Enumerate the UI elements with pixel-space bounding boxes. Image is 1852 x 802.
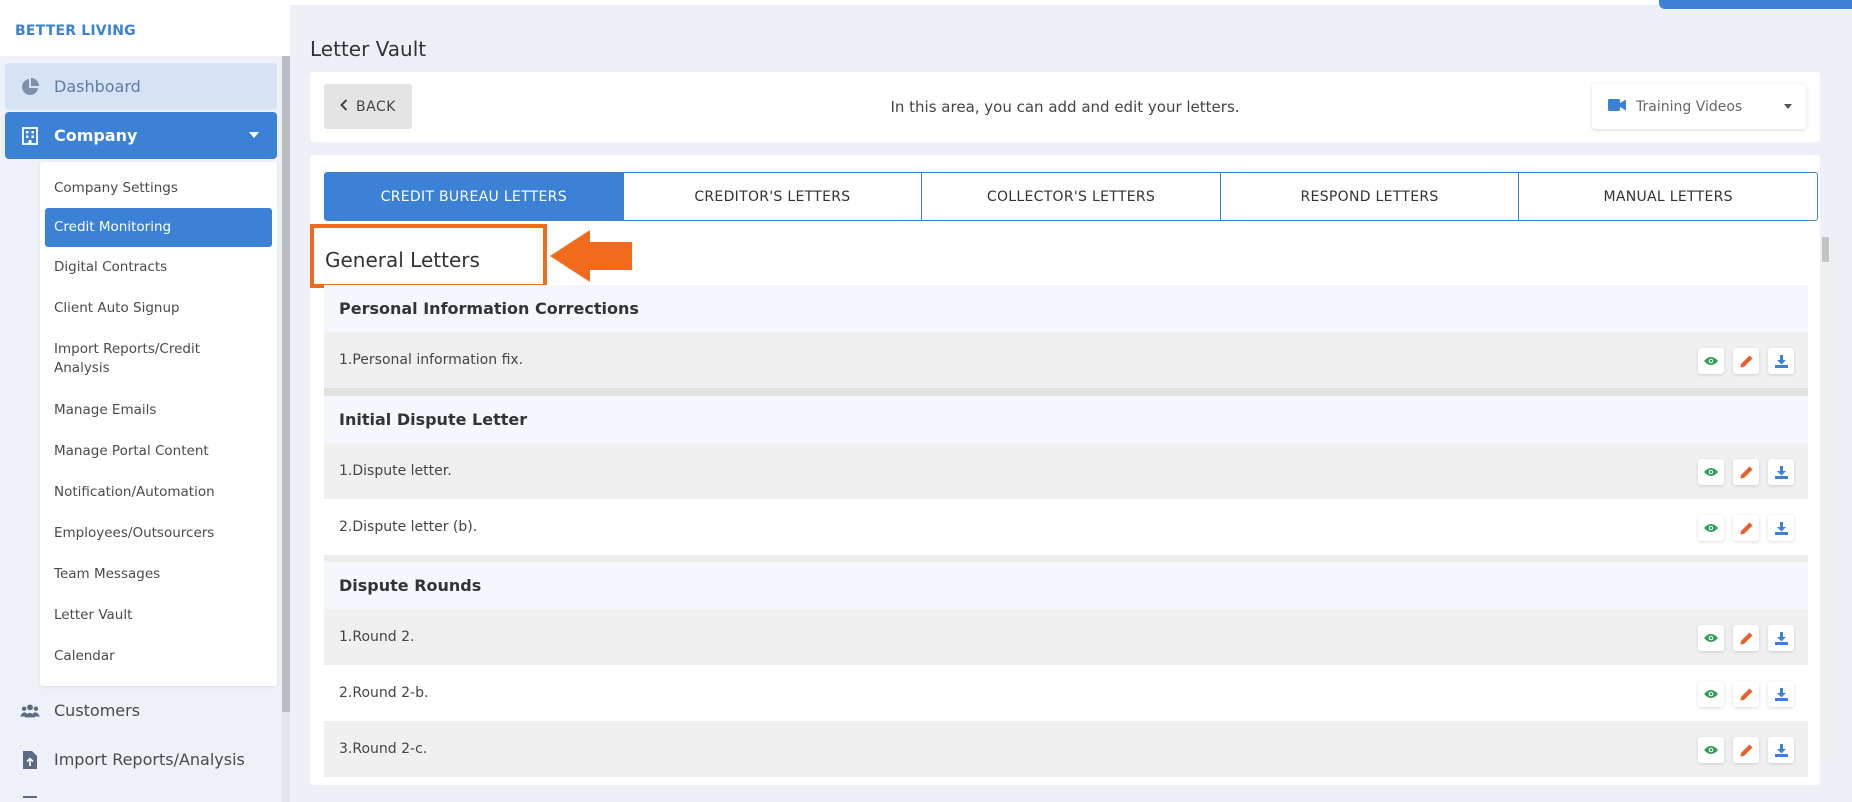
submenu-item-company-settings[interactable]: Company Settings bbox=[45, 172, 272, 204]
letters-scrollbar-thumb[interactable] bbox=[1822, 237, 1829, 262]
sidebar-item-customers[interactable]: Customers bbox=[5, 687, 277, 734]
tab-credit-bureau-letters[interactable]: CREDIT BUREAU LETTERS bbox=[325, 173, 624, 220]
pie-chart-icon bbox=[20, 77, 40, 97]
tab-respond-letters[interactable]: RESPOND LETTERS bbox=[1221, 173, 1520, 220]
submenu-item-manage-portal-content[interactable]: Manage Portal Content bbox=[45, 435, 272, 467]
submenu-item-employees-outsourcers[interactable]: Employees/Outsourcers bbox=[45, 517, 272, 549]
submenu-item-client-auto-signup[interactable]: Client Auto Signup bbox=[45, 292, 272, 324]
training-videos-label: Training Videos bbox=[1636, 98, 1743, 115]
sidebar-item-label: Company bbox=[54, 126, 138, 145]
sidebar: BETTER LIVING Dashboard Company Company … bbox=[0, 0, 290, 802]
letters-scrollbar[interactable] bbox=[1822, 237, 1829, 760]
pencil-icon[interactable] bbox=[1733, 515, 1759, 541]
submenu-item-letter-vault[interactable]: Letter Vault bbox=[45, 599, 272, 631]
letter-name: 2.Round 2-b. bbox=[339, 685, 429, 701]
partial-icon bbox=[20, 785, 40, 802]
group-header: Personal Information Corrections bbox=[324, 285, 1808, 332]
submenu-item-import-reports[interactable]: Import Reports/Credit Analysis bbox=[45, 338, 225, 380]
eye-icon[interactable] bbox=[1698, 681, 1724, 707]
sidebar-item-label: Import Reports/Analysis bbox=[54, 750, 245, 769]
sidebar-item-company[interactable]: Company bbox=[5, 112, 277, 159]
letter-row: 1.Dispute letter. bbox=[324, 443, 1808, 499]
download-icon[interactable] bbox=[1768, 459, 1794, 485]
highlight-box bbox=[310, 224, 547, 288]
download-icon[interactable] bbox=[1768, 625, 1794, 651]
arrow-left-icon bbox=[550, 228, 632, 288]
submenu-item-manage-emails[interactable]: Manage Emails bbox=[45, 394, 272, 426]
building-icon bbox=[20, 126, 40, 146]
file-import-icon bbox=[20, 750, 40, 770]
pencil-icon[interactable] bbox=[1733, 625, 1759, 651]
users-icon bbox=[20, 701, 40, 721]
chevron-down-icon bbox=[1784, 104, 1792, 109]
sidebar-item-label: Dashboard bbox=[54, 77, 141, 96]
company-submenu: Company Settings Credit Monitoring Digit… bbox=[40, 162, 277, 686]
eye-icon[interactable] bbox=[1698, 625, 1724, 651]
letter-name: 2.Dispute letter (b). bbox=[339, 519, 478, 535]
tab-collectors-letters[interactable]: COLLECTOR'S LETTERS bbox=[922, 173, 1221, 220]
submenu-item-notification-automation[interactable]: Notification/Automation bbox=[45, 476, 272, 508]
training-videos-dropdown[interactable]: Training Videos bbox=[1592, 84, 1806, 129]
header-card: BACK In this area, you can add and edit … bbox=[310, 72, 1820, 142]
letter-row: 2.Round 2-b. bbox=[324, 665, 1808, 721]
letter-row: 1.Personal information fix. bbox=[324, 332, 1808, 388]
group-header: Dispute Rounds bbox=[324, 562, 1808, 609]
eye-icon[interactable] bbox=[1698, 348, 1724, 374]
letter-name: 3.Round 2-c. bbox=[339, 741, 428, 757]
download-icon[interactable] bbox=[1768, 681, 1794, 707]
sidebar-item-dashboard[interactable]: Dashboard bbox=[5, 63, 277, 110]
chevron-down-icon bbox=[249, 132, 259, 138]
letters-card: CREDIT BUREAU LETTERS CREDITOR'S LETTERS… bbox=[310, 155, 1829, 785]
letter-name: 1.Dispute letter. bbox=[339, 463, 452, 479]
submenu-item-credit-monitoring[interactable]: Credit Monitoring bbox=[45, 208, 272, 247]
pencil-icon[interactable] bbox=[1733, 348, 1759, 374]
brand-logo[interactable]: BETTER LIVING bbox=[0, 0, 290, 56]
video-camera-icon bbox=[1608, 98, 1626, 115]
submenu-item-digital-contracts[interactable]: Digital Contracts bbox=[45, 251, 272, 283]
letter-row: 2.Dispute letter (b). bbox=[324, 499, 1808, 555]
sidebar-item-partial[interactable] bbox=[5, 785, 277, 802]
sidebar-item-import-reports[interactable]: Import Reports/Analysis bbox=[5, 736, 277, 783]
eye-icon[interactable] bbox=[1698, 459, 1724, 485]
pencil-icon[interactable] bbox=[1733, 681, 1759, 707]
letters-list: Personal Information Corrections 1.Perso… bbox=[324, 285, 1808, 785]
pencil-icon[interactable] bbox=[1733, 459, 1759, 485]
letter-name: 1.Personal information fix. bbox=[339, 352, 524, 368]
sidebar-scrollbar[interactable] bbox=[282, 56, 290, 802]
group-header: Initial Dispute Letter bbox=[324, 396, 1808, 443]
row-divider bbox=[324, 388, 1808, 396]
pencil-icon[interactable] bbox=[1733, 737, 1759, 763]
tab-creditors-letters[interactable]: CREDITOR'S LETTERS bbox=[624, 173, 923, 220]
row-divider bbox=[324, 555, 1808, 562]
page-title: Letter Vault bbox=[310, 37, 427, 61]
submenu-item-team-messages[interactable]: Team Messages bbox=[45, 558, 272, 590]
sidebar-scrollbar-thumb[interactable] bbox=[282, 56, 290, 712]
top-bar-button[interactable] bbox=[1659, 0, 1852, 9]
download-icon[interactable] bbox=[1768, 737, 1794, 763]
sidebar-item-label: Customers bbox=[54, 701, 141, 720]
submenu-item-calendar[interactable]: Calendar bbox=[45, 640, 272, 672]
eye-icon[interactable] bbox=[1698, 515, 1724, 541]
tab-manual-letters[interactable]: MANUAL LETTERS bbox=[1519, 173, 1817, 220]
download-icon[interactable] bbox=[1768, 515, 1794, 541]
letter-name: 1.Round 2. bbox=[339, 629, 415, 645]
letter-tabs: CREDIT BUREAU LETTERS CREDITOR'S LETTERS… bbox=[324, 172, 1818, 221]
letter-row: 1.Round 2. bbox=[324, 609, 1808, 665]
letter-row: 3.Round 2-c. bbox=[324, 721, 1808, 777]
download-icon[interactable] bbox=[1768, 348, 1794, 374]
eye-icon[interactable] bbox=[1698, 737, 1724, 763]
top-bar bbox=[290, 0, 1852, 5]
